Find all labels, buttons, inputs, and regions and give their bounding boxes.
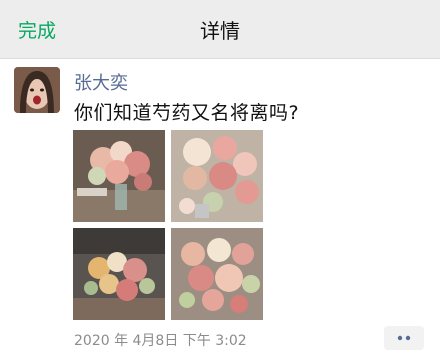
page-title: 详情	[200, 19, 240, 43]
photo-thumbnail[interactable]	[171, 130, 263, 222]
avatar[interactable]	[14, 67, 60, 113]
author-name[interactable]: 张大奕	[74, 69, 128, 95]
more-dots-icon	[397, 335, 411, 341]
photo-thumbnail[interactable]	[171, 228, 263, 320]
photo-thumbnail[interactable]	[73, 130, 165, 222]
more-actions-button[interactable]	[384, 326, 424, 350]
post-text: 你们知道芍药又名将离吗?	[74, 102, 300, 124]
post-timestamp: 2020 年 4月8日 下午 3:02	[74, 333, 247, 349]
photo-thumbnail[interactable]	[73, 228, 165, 320]
navigation-bar: 完成 详情	[0, 0, 440, 59]
